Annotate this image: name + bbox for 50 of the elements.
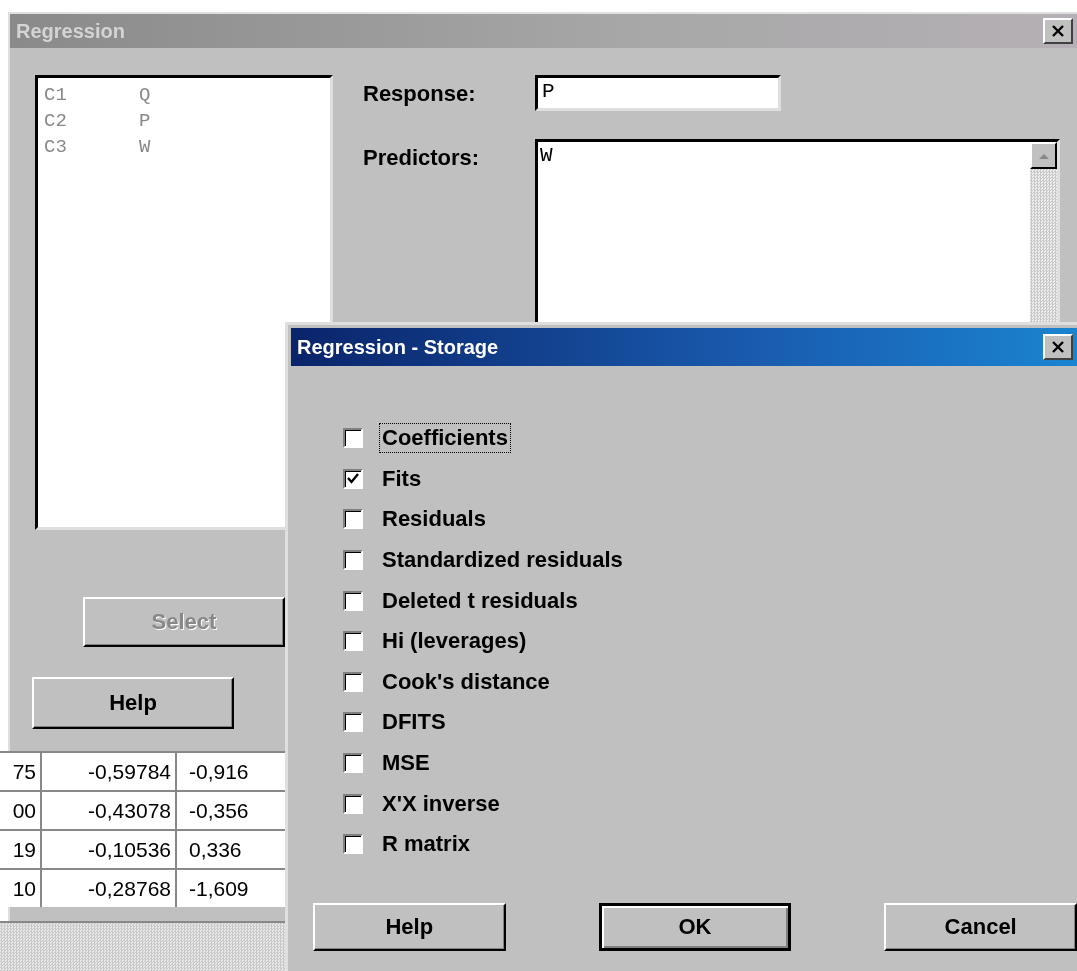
checkbox[interactable]	[343, 509, 363, 530]
table-cell-text: 0,336	[188, 836, 243, 863]
checkbox-label[interactable]: Cook's distance	[379, 666, 553, 697]
help-button[interactable]: Help	[32, 677, 234, 729]
response-field[interactable]: P	[535, 75, 781, 111]
checkbox-label[interactable]: Standardized residuals	[379, 545, 626, 576]
close-button[interactable]	[1043, 18, 1073, 44]
column-id[interactable]: C3	[44, 134, 139, 160]
window-title: Regression - Storage	[297, 335, 499, 359]
checkbox-label[interactable]: R matrix	[379, 829, 474, 860]
checkmark-icon	[347, 473, 359, 485]
checkbox[interactable]	[343, 550, 363, 571]
response-label: Response:	[363, 80, 477, 107]
dialog-button[interactable]: OK	[598, 903, 792, 951]
checkbox-label[interactable]: MSE	[379, 748, 433, 779]
table-cell-text: -0,916	[188, 758, 250, 785]
table-cell: 10	[0, 870, 42, 907]
column-name[interactable]: Q	[139, 82, 151, 108]
scroll-up-icon	[1038, 152, 1049, 159]
checkbox[interactable]	[343, 834, 363, 855]
scrollbar[interactable]	[0, 921, 285, 971]
checkbox[interactable]	[343, 671, 363, 692]
checkbox[interactable]	[343, 793, 363, 814]
checkbox[interactable]	[343, 753, 363, 774]
checkbox-label[interactable]: Fits	[379, 463, 425, 494]
column-id[interactable]: C2	[44, 108, 139, 134]
column-id[interactable]: C1	[44, 82, 139, 108]
checkbox[interactable]	[343, 590, 363, 611]
checkbox[interactable]	[343, 631, 363, 652]
dialog-button[interactable]: Help	[313, 903, 506, 951]
checkbox-label[interactable]: DFITS	[379, 707, 449, 738]
column-name[interactable]: P	[139, 108, 151, 134]
table-cell-text: -0,356	[188, 797, 250, 824]
table-cell: -0,28768	[42, 870, 177, 907]
close-button[interactable]	[1043, 334, 1073, 360]
predictors-label: Predictors:	[363, 144, 481, 171]
close-icon	[1050, 24, 1066, 38]
dialog-button[interactable]: Cancel	[884, 903, 1077, 951]
checkbox[interactable]	[343, 468, 363, 489]
checkbox-label[interactable]: Coefficients	[379, 423, 511, 454]
column-name[interactable]: W	[139, 134, 151, 160]
checkbox-label[interactable]: Hi (leverages)	[379, 626, 530, 657]
checkbox-label[interactable]: X'X inverse	[379, 788, 503, 819]
checkbox-label[interactable]: Residuals	[379, 504, 489, 535]
checkbox[interactable]	[343, 712, 363, 733]
close-icon	[1050, 340, 1066, 354]
checkbox[interactable]	[343, 428, 363, 449]
table-cell-text: -1,609	[188, 875, 250, 902]
window-title: Regression	[16, 19, 125, 43]
checkbox-label[interactable]: Deleted t residuals	[379, 585, 581, 616]
